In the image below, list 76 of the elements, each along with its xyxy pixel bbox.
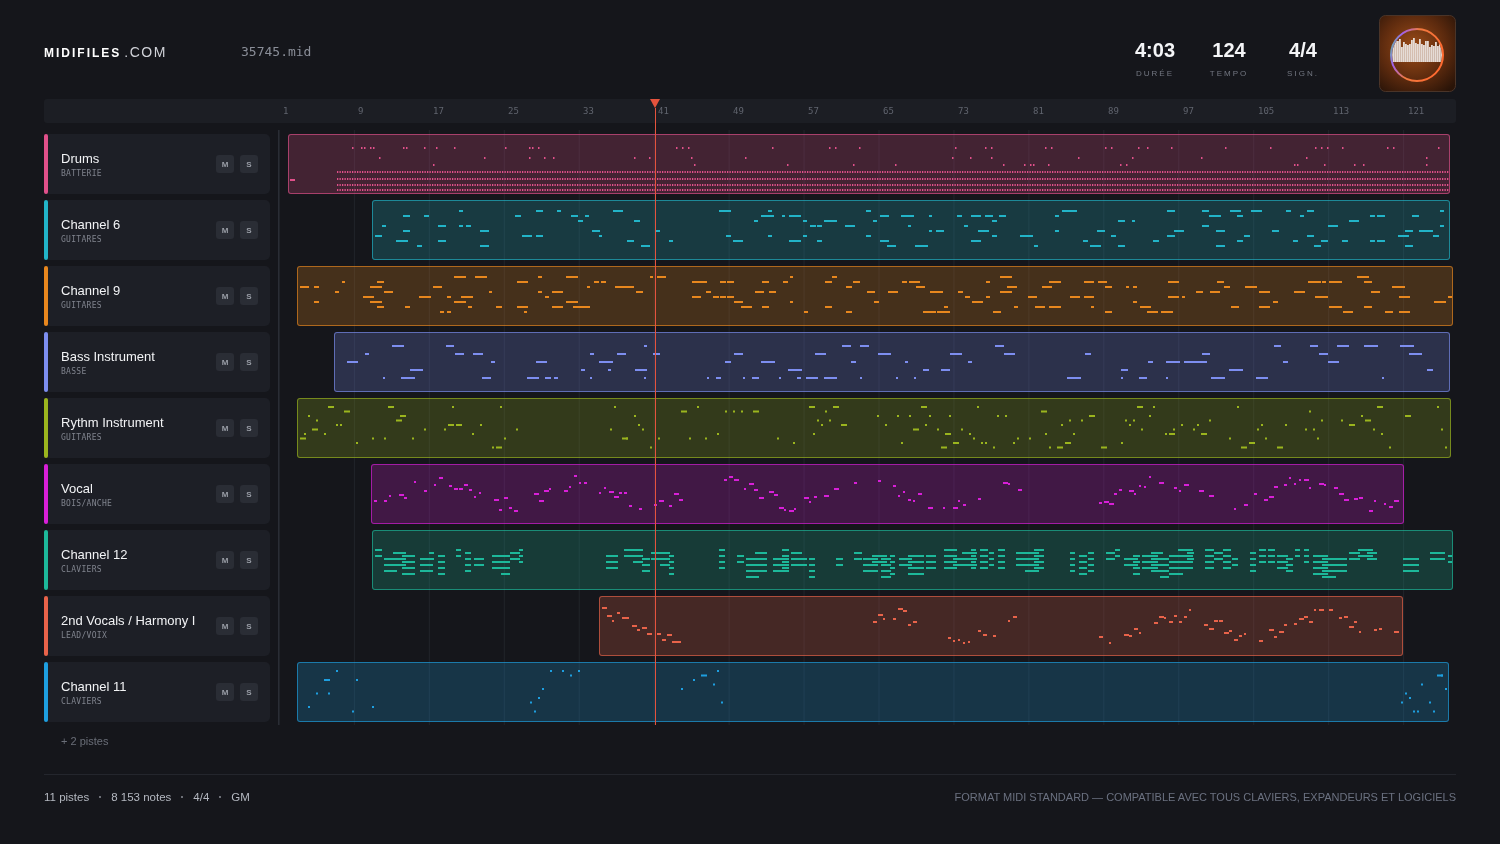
- bar-number: 65: [883, 106, 894, 116]
- track-category: BASSE: [61, 366, 87, 376]
- bar-number: 9: [358, 106, 364, 116]
- track-category: GUITARES: [61, 234, 102, 244]
- track-card[interactable]: Channel 11 CLAVIERS M S: [44, 662, 270, 722]
- mute-button[interactable]: M: [216, 287, 234, 305]
- solo-button[interactable]: S: [240, 617, 258, 635]
- footer-stat: GM: [231, 791, 250, 803]
- track-category: CLAVIERS: [61, 696, 102, 706]
- bar-number: 25: [508, 106, 519, 116]
- bar-number: 33: [583, 106, 594, 116]
- solo-button[interactable]: S: [240, 353, 258, 371]
- track-card[interactable]: Drums BATTERIE M S: [44, 134, 270, 194]
- track-name: Vocal: [61, 480, 93, 496]
- stat-label: TEMPO: [1209, 69, 1249, 79]
- track-name: Channel 6: [61, 216, 121, 232]
- solo-button[interactable]: S: [240, 287, 258, 305]
- track-card[interactable]: Channel 12 CLAVIERS M S: [44, 530, 270, 590]
- bar-number: 89: [1108, 106, 1119, 116]
- track-name: Rythm Instrument: [61, 414, 164, 430]
- solo-button[interactable]: S: [240, 551, 258, 569]
- track-category: CLAVIERS: [61, 564, 102, 574]
- stat-value: 4/4: [1289, 39, 1317, 61]
- mute-button[interactable]: M: [216, 683, 234, 701]
- solo-button[interactable]: S: [240, 155, 258, 173]
- track-name: Drums: [61, 150, 100, 166]
- footer-stat: 4/4: [193, 791, 210, 803]
- mute-button[interactable]: M: [216, 353, 234, 371]
- solo-button[interactable]: S: [240, 683, 258, 701]
- track-name: Channel 9: [61, 282, 121, 298]
- bar-number: 105: [1258, 106, 1275, 116]
- bar-number: 57: [808, 106, 819, 116]
- bar-number: 17: [433, 106, 444, 116]
- track-name: Channel 12: [61, 546, 128, 562]
- mute-button[interactable]: M: [216, 155, 234, 173]
- logo-wordmark: MIDIFILES: [44, 45, 122, 60]
- track-card[interactable]: Vocal BOIS/ANCHE M S: [44, 464, 270, 524]
- bar-number: 81: [1033, 106, 1044, 116]
- track-name: Bass Instrument: [61, 348, 155, 364]
- bar-number: 49: [733, 106, 744, 116]
- footer-stat: 11 pistes: [44, 791, 90, 803]
- solo-button[interactable]: S: [240, 221, 258, 239]
- stat-label: DURÉE: [1136, 69, 1174, 79]
- bar-number: 113: [1333, 106, 1350, 116]
- solo-button[interactable]: S: [240, 419, 258, 437]
- more-tracks-link[interactable]: + 2 pistes: [61, 735, 109, 747]
- mute-button[interactable]: M: [216, 617, 234, 635]
- bar-number: 41: [658, 106, 669, 116]
- mute-button[interactable]: M: [216, 551, 234, 569]
- track-card[interactable]: Channel 9 GUITARES M S: [44, 266, 270, 326]
- footer-stat: 8 153 notes: [111, 791, 172, 803]
- bar-number: 1: [283, 106, 289, 116]
- mute-button[interactable]: M: [216, 221, 234, 239]
- mute-button[interactable]: M: [216, 419, 234, 437]
- bar-number: 121: [1408, 106, 1425, 116]
- logo-suffix: .COM: [124, 43, 167, 60]
- track-name: 2nd Vocals / Harmony I: [61, 612, 196, 628]
- track-category: BATTERIE: [61, 168, 102, 178]
- track-card[interactable]: Bass Instrument BASSE M S: [44, 332, 270, 392]
- track-category: GUITARES: [61, 432, 102, 442]
- mute-button[interactable]: M: [216, 485, 234, 503]
- file-name: 35745.mid: [241, 44, 312, 59]
- track-category: LEAD/VOIX: [61, 630, 108, 640]
- track-category: GUITARES: [61, 300, 102, 310]
- bar-number: 97: [1183, 106, 1194, 116]
- track-card[interactable]: Rythm Instrument GUITARES M S: [44, 398, 270, 458]
- stat-value: 124: [1212, 39, 1246, 61]
- track-category: BOIS/ANCHE: [61, 498, 113, 508]
- footer-note: FORMAT MIDI STANDARD — COMPATIBLE AVEC TOUS CLAVIERS, EXPANDEURS ET LOGICIELS: [954, 791, 1456, 803]
- stat-label: SIGN.: [1287, 69, 1319, 79]
- stat-value: 4:03: [1135, 39, 1175, 61]
- track-card[interactable]: 2nd Vocals / Harmony I LEAD/VOIX M S: [44, 596, 270, 656]
- track-name: Channel 11: [61, 678, 127, 694]
- bar-number: 73: [958, 106, 969, 116]
- solo-button[interactable]: S: [240, 485, 258, 503]
- track-card[interactable]: Channel 6 GUITARES M S: [44, 200, 270, 260]
